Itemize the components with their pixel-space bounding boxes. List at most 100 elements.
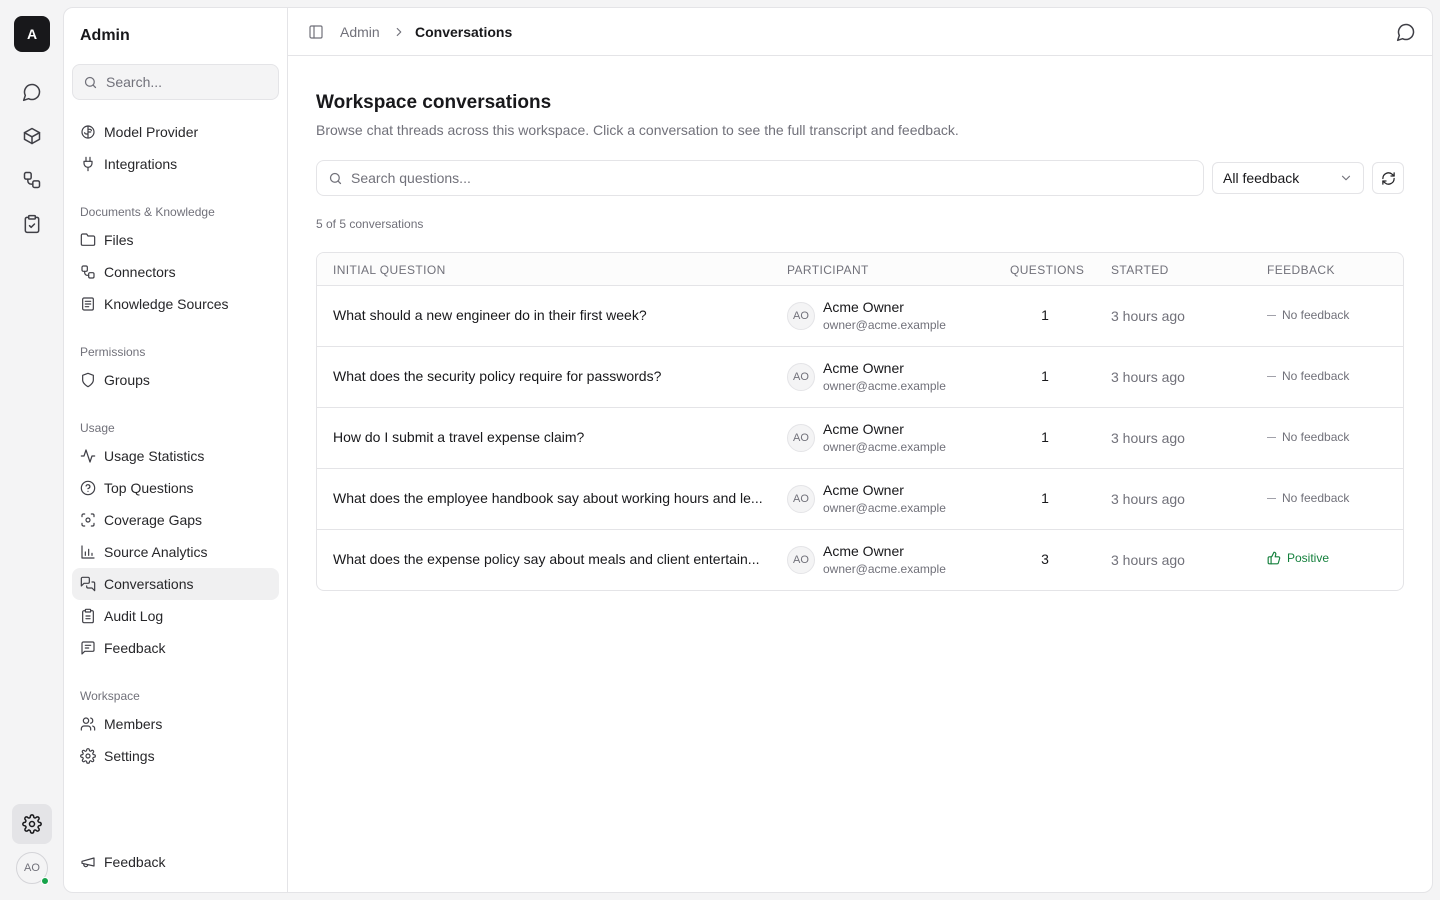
feedback-filter-select[interactable]: All feedback (1212, 162, 1364, 194)
table-row[interactable]: How do I submit a travel expense claim? … (317, 408, 1403, 469)
table-row[interactable]: What does the security policy require fo… (317, 347, 1403, 408)
sidebar-item-label: Groups (104, 372, 150, 388)
folder-icon (80, 233, 96, 246)
book-icon (82, 297, 94, 311)
sidebar-item-members[interactable]: Members (72, 708, 279, 740)
chevron-down-icon (1341, 175, 1351, 181)
question-count: 1 (1041, 490, 1049, 506)
feedback-status: No feedback (1267, 308, 1349, 322)
initial-question: How do I submit a travel expense claim? (333, 429, 585, 445)
dash-icon (1267, 497, 1276, 499)
participant-email: owner@acme.example (823, 501, 946, 515)
started-time: 3 hours ago (1111, 308, 1185, 324)
plug-icon (83, 156, 93, 172)
sidebar-item-top-questions[interactable]: Top Questions (72, 472, 279, 504)
section-label-usage: Usage (80, 421, 115, 435)
question-count: 1 (1041, 368, 1049, 384)
feedback-label: No feedback (1282, 369, 1350, 383)
sidebar-item-label: Top Questions (104, 480, 194, 496)
sidebar-toggle-icon[interactable] (308, 24, 324, 40)
sidebar-item-audit-log[interactable]: Audit Log (72, 600, 279, 632)
participant-name: Acme Owner (823, 543, 904, 559)
question-count: 1 (1041, 307, 1049, 323)
feedback-filter-value: All feedback (1223, 170, 1300, 186)
table-row[interactable]: What should a new engineer do in their f… (317, 286, 1403, 347)
question-search-input[interactable]: Search questions... (316, 160, 1204, 196)
feedback-label: No feedback (1282, 491, 1350, 505)
question-count: 3 (1041, 551, 1049, 567)
participant-name: Acme Owner (823, 299, 904, 315)
sidebar-item-usage-statistics[interactable]: Usage Statistics (72, 440, 279, 472)
sidebar-item-label: Settings (104, 748, 155, 764)
sidebar-item-model-provider[interactable]: Model Provider (72, 116, 279, 148)
participant-email: owner@acme.example (823, 318, 946, 332)
sidebar-item-feedback[interactable]: Feedback (72, 632, 279, 664)
started-time: 3 hours ago (1111, 369, 1185, 385)
sidebar-footer-feedback[interactable]: Feedback (72, 846, 279, 878)
column-header-feedback: Feedback (1267, 263, 1335, 277)
box-icon[interactable] (16, 120, 48, 152)
table-row[interactable]: What does the employee handbook say abou… (317, 469, 1403, 530)
chevron-right-icon (392, 25, 406, 39)
sidebar-item-integrations[interactable]: Integrations (72, 148, 279, 180)
sidebar-item-source-analytics[interactable]: Source Analytics (72, 536, 279, 568)
sidebar-item-files[interactable]: Files (72, 224, 279, 256)
refresh-icon (1381, 171, 1395, 185)
feedback-label: No feedback (1282, 430, 1350, 444)
sidebar-item-connectors[interactable]: Connectors (72, 256, 279, 288)
chat-icon[interactable] (16, 76, 48, 108)
column-header-initial-question: Initial question (333, 263, 446, 277)
initial-question: What should a new engineer do in their f… (333, 307, 647, 323)
breadcrumb-root[interactable]: Admin (340, 24, 380, 40)
messages-icon (80, 576, 96, 592)
sidebar-item-label: Feedback (104, 640, 166, 656)
conversation-count: 5 of 5 conversations (316, 217, 424, 231)
main-panel: Admin Search... Model Provider Integrati… (63, 7, 1433, 893)
activity-icon (80, 449, 96, 463)
sidebar-item-coverage-gaps[interactable]: Coverage Gaps (72, 504, 279, 536)
column-header-participant: Participant (787, 263, 869, 277)
sidebar-title: Admin (80, 27, 130, 44)
sidebar-item-knowledge-sources[interactable]: Knowledge Sources (72, 288, 279, 320)
initial-question: What does the security policy require fo… (333, 368, 662, 384)
feedback-status: No feedback (1267, 430, 1349, 444)
brain-icon (81, 125, 95, 139)
sidebar-item-label: Members (104, 716, 163, 732)
sidebar-search-input[interactable]: Search... (72, 64, 279, 100)
sidebar-item-settings[interactable]: Settings (72, 740, 279, 772)
participant-email: owner@acme.example (823, 440, 946, 454)
conversations-table: Initial question Participant Questions S… (316, 252, 1404, 591)
participant-name: Acme Owner (823, 482, 904, 498)
section-label-workspace: Workspace (80, 689, 140, 703)
search-icon (84, 76, 97, 88)
sidebar-item-label: Coverage Gaps (104, 512, 203, 528)
dash-icon (1267, 314, 1276, 316)
chat-bubble-icon[interactable] (1396, 22, 1416, 42)
sidebar-item-groups[interactable]: Groups (72, 364, 279, 396)
sidebar-item-conversations[interactable]: Conversations (72, 568, 279, 600)
feedback-status: No feedback (1267, 369, 1349, 383)
initial-question: What does the employee handbook say abou… (333, 490, 763, 506)
table-row[interactable]: What does the expense policy say about m… (317, 530, 1403, 590)
shield-icon (82, 372, 94, 388)
participant-name: Acme Owner (823, 360, 904, 376)
connectors-icon (81, 265, 95, 279)
sidebar-item-label: Connectors (104, 264, 176, 280)
breadcrumb-current: Conversations (415, 24, 513, 40)
scan-icon (81, 513, 95, 527)
started-time: 3 hours ago (1111, 430, 1185, 446)
refresh-button[interactable] (1372, 162, 1404, 194)
sidebar-item-label: Integrations (104, 156, 178, 172)
settings-gear-icon[interactable] (12, 804, 52, 844)
column-header-started: Started (1111, 263, 1169, 277)
sidebar-item-label: Conversations (104, 576, 194, 592)
dash-icon (1267, 375, 1276, 377)
workspace-logo[interactable]: A (14, 16, 50, 52)
sidebar-item-label: Audit Log (104, 608, 164, 624)
top-bar: Admin Conversations (288, 8, 1432, 56)
participant-email: owner@acme.example (823, 562, 946, 576)
message-square-icon (81, 641, 95, 655)
connectors-icon[interactable] (16, 164, 48, 196)
clipboard-check-icon[interactable] (16, 208, 48, 240)
sidebar-item-label: Source Analytics (104, 544, 208, 560)
